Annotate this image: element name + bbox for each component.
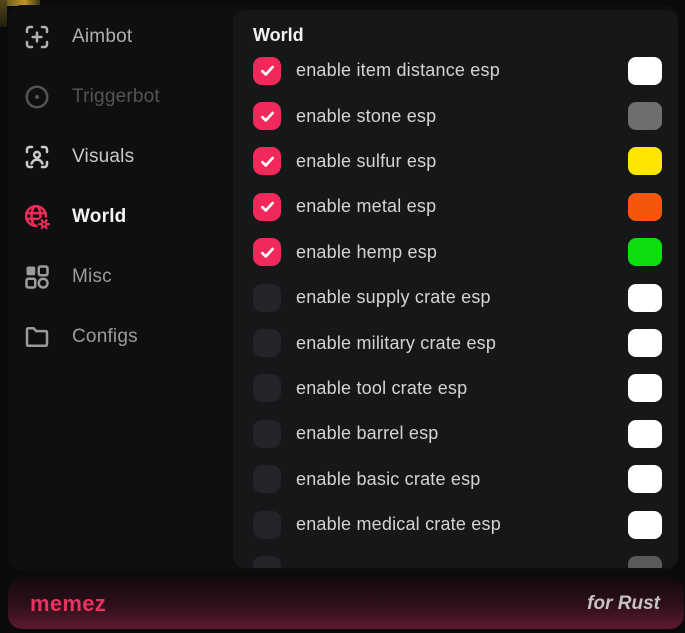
sidebar-item-visuals[interactable]: Visuals (8, 127, 233, 187)
cheat-menu-window: AimbotTriggerbotVisualsWorldMiscConfigs … (8, 5, 678, 571)
world-globe-gear-icon (22, 202, 52, 232)
sidebar-item-label: World (72, 206, 126, 228)
esp-color-swatch[interactable] (628, 420, 662, 448)
esp-option-label: enable hemp esp (296, 242, 437, 263)
esp-option-label: enable basic crate esp (296, 469, 481, 490)
esp-color-swatch[interactable] (628, 57, 662, 85)
esp-color-swatch[interactable] (628, 147, 662, 175)
esp-option-label: enable metal esp (296, 196, 436, 217)
esp-color-swatch[interactable] (628, 238, 662, 266)
esp-option-label: enable tool crate esp (296, 378, 467, 399)
esp-option-label: enable military crate esp (296, 333, 496, 354)
esp-option-row: enable sulfur esp (253, 139, 662, 184)
esp-checkbox[interactable] (253, 238, 281, 266)
esp-option-row: enable stone esp (253, 93, 662, 138)
sidebar-item-label: Triggerbot (72, 86, 160, 108)
esp-option-row: enable supply crate esp (253, 275, 662, 320)
check-icon (258, 243, 277, 262)
sidebar-item-misc[interactable]: Misc (8, 247, 233, 307)
esp-checkbox[interactable] (253, 284, 281, 312)
esp-option-row: enable tool crate esp (253, 366, 662, 411)
esp-color-swatch[interactable] (628, 193, 662, 221)
sidebar-item-triggerbot[interactable]: Triggerbot (8, 67, 233, 127)
aimbot-crosshair-icon (22, 22, 52, 52)
esp-checkbox[interactable] (253, 193, 281, 221)
brand-bar: memez for Rust (8, 578, 684, 629)
configs-folder-icon (22, 322, 52, 352)
check-icon (258, 197, 277, 216)
esp-checkbox[interactable] (253, 102, 281, 130)
esp-option-row-partial (253, 547, 662, 568)
sidebar-item-label: Misc (72, 266, 112, 288)
esp-checkbox[interactable] (253, 465, 281, 493)
esp-option-label: enable item distance esp (296, 60, 500, 81)
esp-option-label: enable sulfur esp (296, 151, 437, 172)
esp-option-label: enable barrel esp (296, 423, 439, 444)
esp-checkbox[interactable] (253, 329, 281, 357)
esp-option-row: enable item distance esp (253, 48, 662, 93)
esp-color-swatch[interactable] (628, 374, 662, 402)
esp-checkbox[interactable] (253, 57, 281, 85)
world-options-panel: World enable item distance esp enable sto… (233, 10, 678, 568)
esp-option-label: enable supply crate esp (296, 287, 491, 308)
esp-color-swatch[interactable] (628, 102, 662, 130)
check-icon (258, 61, 277, 80)
sidebar-item-aimbot[interactable]: Aimbot (8, 7, 233, 67)
triggerbot-circle-dot-icon (22, 82, 52, 112)
esp-checkbox[interactable] (253, 374, 281, 402)
sidebar-nav: Aimbot Triggerbot Visuals World Misc Configs (8, 7, 233, 367)
screenshot-stage: AimbotTriggerbotVisualsWorldMiscConfigs … (0, 0, 685, 633)
sidebar-item-configs[interactable]: Configs (8, 307, 233, 367)
brand-tagline: for Rust (587, 593, 660, 615)
panel-title: World (233, 10, 678, 46)
misc-shapes-icon (22, 262, 52, 292)
esp-checkbox[interactable] (253, 556, 281, 568)
visuals-scan-user-icon (22, 142, 52, 172)
esp-option-row: enable basic crate esp (253, 457, 662, 502)
esp-color-swatch[interactable] (628, 329, 662, 357)
sidebar-item-label: Visuals (72, 146, 134, 168)
esp-checkbox[interactable] (253, 147, 281, 175)
esp-option-label: enable stone esp (296, 106, 436, 127)
sidebar-item-world[interactable]: World (8, 187, 233, 247)
sidebar-item-label: Aimbot (72, 26, 132, 48)
esp-option-list: enable item distance esp enable stone esp… (233, 48, 678, 568)
esp-checkbox[interactable] (253, 511, 281, 539)
esp-option-row: enable medical crate esp (253, 502, 662, 547)
esp-option-row: enable military crate esp (253, 320, 662, 365)
check-icon (258, 152, 277, 171)
esp-checkbox[interactable] (253, 420, 281, 448)
esp-color-swatch[interactable] (628, 556, 662, 568)
esp-option-row: enable metal esp (253, 184, 662, 229)
esp-option-row: enable barrel esp (253, 411, 662, 456)
esp-option-label: enable medical crate esp (296, 514, 501, 535)
check-icon (258, 107, 277, 126)
sidebar-item-label: Configs (72, 326, 138, 348)
brand-name: memez (30, 591, 106, 617)
esp-color-swatch[interactable] (628, 511, 662, 539)
esp-option-row: enable hemp esp (253, 230, 662, 275)
esp-color-swatch[interactable] (628, 465, 662, 493)
esp-color-swatch[interactable] (628, 284, 662, 312)
game-background-sliver (0, 0, 7, 27)
